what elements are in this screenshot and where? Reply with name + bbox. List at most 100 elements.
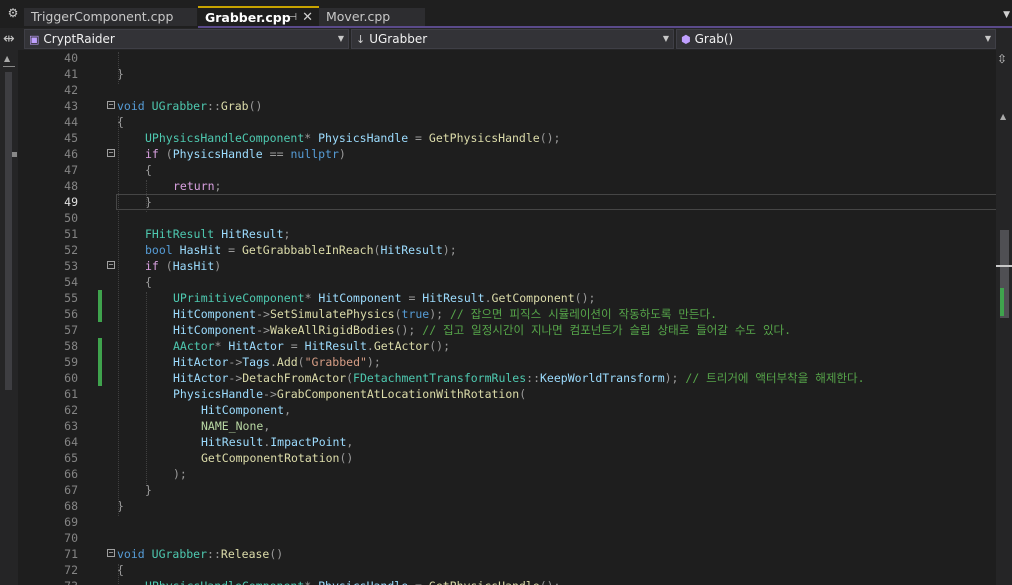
tab-label: TriggerComponent.cpp (31, 9, 174, 24)
code-line[interactable]: 45 UPhysicsHandleComponent* PhysicsHandle… (18, 130, 996, 146)
code-line[interactable]: 52 bool HasHit = GetGrabbableInReach(HitR… (18, 242, 996, 258)
code-line[interactable]: 66); (18, 466, 996, 482)
code-line[interactable]: 61 PhysicsHandle->GrabComponentAtLocation… (18, 386, 996, 402)
code-line[interactable]: 53 − if (HasHit) (18, 258, 996, 274)
code-token: nullptr (290, 147, 339, 161)
collapse-icon[interactable]: − (107, 261, 115, 269)
code-line[interactable]: 43 − void UGrabber::Grab() (18, 98, 996, 114)
code-text: void UGrabber::Release() (117, 546, 283, 562)
code-line[interactable]: 67} (18, 482, 996, 498)
scroll-up-icon[interactable]: ▲ (1000, 112, 1006, 121)
code-line[interactable]: 55 UPrimitiveComponent* HitComponent = Hi… (18, 290, 996, 306)
tab-overflow-dropdown-icon[interactable]: ▼ (1003, 10, 1010, 20)
code-text: HitComponent, (201, 402, 291, 418)
code-line[interactable]: 40 (18, 50, 996, 66)
code-line[interactable]: 72{ (18, 562, 996, 578)
code-token: true (401, 307, 430, 321)
code-line[interactable]: 58 AActor* HitActor = HitResult.GetActor(… (18, 338, 996, 354)
code-line[interactable]: 59 HitActor->Tags.Add("Grabbed"); (18, 354, 996, 370)
line-number: 64 (64, 435, 78, 449)
tab-grabber[interactable]: Grabber.cpp ⊣ ✕ (198, 6, 319, 26)
code-text: HitResult.ImpactPoint, (201, 434, 353, 450)
code-editor[interactable]: 40 41} 42 43− void UGrabber::Grab() 44{45 UPhy… (18, 50, 996, 585)
line-number: 57 (64, 323, 78, 337)
code-token: UGrabber (151, 99, 208, 113)
line-number: 67 (64, 483, 78, 497)
horizontal-scroll-thumb[interactable] (5, 72, 12, 390)
code-line[interactable]: 69 (18, 514, 996, 530)
line-number: 73 (18, 578, 78, 585)
code-line[interactable]: 71 − void UGrabber::Release() (18, 546, 996, 562)
code-line[interactable]: 47 { (18, 162, 996, 178)
code-line[interactable]: 46 − if (PhysicsHandle == nullptr) (18, 146, 996, 162)
code-token: PhysicsHandle (318, 579, 408, 585)
code-token: GrabComponentAtLocationWithRotation (276, 387, 520, 401)
code-line[interactable]: 73 UPhysicsHandleComponent* PhysicsHandle… (18, 578, 996, 585)
code-text: if (PhysicsHandle == nullptr) (145, 146, 346, 162)
code-token: Release (220, 547, 270, 561)
code-token: = (408, 131, 429, 145)
code-line[interactable]: 50 (18, 210, 996, 226)
code-token: // 집고 일정시간이 지나면 컴포넌트가 슬립 상태로 들어갈 수도 있다. (422, 323, 792, 337)
code-token: ; (283, 227, 291, 241)
code-token: HasHit (179, 243, 222, 257)
code-line[interactable]: 63 NAME_None, (18, 418, 996, 434)
close-icon[interactable]: ✕ (302, 8, 313, 28)
line-number: 60 (64, 371, 78, 385)
navigation-bar: ⇹ ▣ CryptRaider ▼ ↓ UGrabber ▼ ⬢ Grab() ▼ (0, 28, 1012, 50)
code-line[interactable]: 65 GetComponentRotation() (18, 450, 996, 466)
scroll-up-icon[interactable]: ▲ (4, 54, 10, 63)
code-line[interactable]: 49} (18, 194, 996, 210)
code-line[interactable]: 60 HitActor->DetachFromActor(FDetachmentT… (18, 370, 996, 386)
code-token: . (484, 291, 492, 305)
code-token: GetComponentRotation (201, 451, 340, 465)
tab-label: Mover.cpp (326, 9, 391, 24)
code-token: , (346, 435, 354, 449)
vertical-scrollbar[interactable]: ⇳ ▲ (996, 50, 1012, 585)
code-line[interactable]: 41} (18, 66, 996, 82)
collapse-icon[interactable]: − (107, 101, 115, 109)
code-line[interactable]: 42 (18, 82, 996, 98)
line-number: 55 (64, 291, 78, 305)
line-number: 71 (64, 547, 78, 561)
code-token: = (221, 243, 242, 257)
code-line[interactable]: 51 FHitResult HitResult; (18, 226, 996, 242)
code-token: ( (519, 387, 527, 401)
tab-trigger-component[interactable]: TriggerComponent.cpp (24, 8, 197, 26)
indent-guide (118, 52, 119, 84)
code-line[interactable]: 48 return; (18, 178, 996, 194)
code-token: UGrabber (151, 547, 208, 561)
pin-icon[interactable]: ⊣ (288, 8, 297, 28)
tab-mover[interactable]: Mover.cpp (319, 8, 425, 26)
scope-dropdown[interactable]: ↓ UGrabber ▼ (351, 29, 674, 49)
code-token: ) (214, 259, 222, 273)
code-token: GetComponent (491, 291, 575, 305)
project-dropdown[interactable]: ▣ CryptRaider ▼ (24, 29, 349, 49)
code-token: GetPhysicsHandle (428, 131, 540, 145)
code-line[interactable]: 68} (18, 498, 996, 514)
member-dropdown[interactable]: ⬢ Grab() ▼ (676, 29, 996, 49)
code-token: * (214, 339, 229, 353)
gear-icon[interactable]: ⚙ (6, 6, 20, 20)
code-token: if (145, 259, 159, 273)
code-line[interactable]: 62 HitComponent, (18, 402, 996, 418)
code-token: GetGrabbableInReach (241, 243, 374, 257)
line-number: 56 (64, 307, 78, 321)
line-number: 70 (64, 531, 78, 545)
code-token: -> (228, 355, 243, 369)
collapse-icon[interactable]: − (107, 549, 115, 557)
line-number: 62 (64, 403, 78, 417)
split-editor-icon[interactable]: ⇹ (3, 31, 15, 47)
code-line[interactable]: 64 HitResult.ImpactPoint, (18, 434, 996, 450)
code-line[interactable]: 54 { (18, 274, 996, 290)
code-token: SetSimulatePhysics (269, 307, 395, 321)
code-line[interactable]: 56 HitComponent->SetSimulatePhysics(true)… (18, 306, 996, 322)
chevron-down-icon: ▼ (337, 34, 344, 43)
collapse-icon[interactable]: − (107, 149, 115, 157)
code-line[interactable]: 70 (18, 530, 996, 546)
code-token: ( (158, 147, 173, 161)
split-window-icon[interactable]: ⇳ (997, 52, 1007, 66)
code-line[interactable]: 44{ (18, 114, 996, 130)
code-line[interactable]: 57 HitComponent->WakeAllRigidBodies(); //… (18, 322, 996, 338)
